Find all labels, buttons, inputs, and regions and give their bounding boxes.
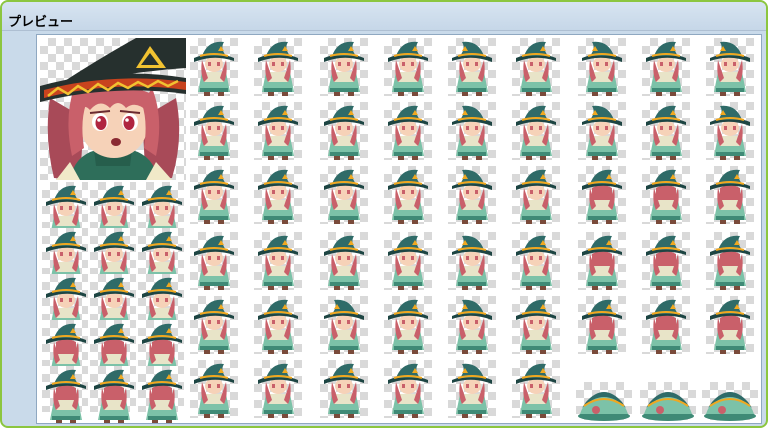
witch-character-sprite [640, 382, 696, 421]
witch-character-sprite [138, 274, 184, 332]
witch-character-sprite [254, 360, 302, 418]
witch-character-sprite [138, 366, 184, 423]
witch-character-sprite [254, 102, 302, 160]
witch-character-sprite [90, 182, 136, 240]
witch-character-sprite [190, 38, 238, 96]
witch-character-sprite [384, 38, 432, 96]
witch-character-sprite [706, 166, 754, 224]
witch-character-sprite [706, 38, 754, 96]
witch-character-sprite [706, 102, 754, 160]
witch-character-sprite [320, 296, 368, 354]
witch-character-sprite [642, 38, 690, 96]
witch-character-sprite [448, 296, 496, 354]
witch-character-sprite [190, 232, 238, 290]
witch-character-sprite [512, 232, 560, 290]
witch-character-sprite [578, 102, 626, 160]
witch-character-sprite [190, 102, 238, 160]
witch-character-sprite [90, 228, 136, 286]
witch-character-sprite [448, 232, 496, 290]
witch-character-sprite [512, 38, 560, 96]
witch-character-sprite [138, 228, 184, 286]
preview-window: プレビュー [0, 0, 768, 428]
witch-character-sprite [254, 296, 302, 354]
witch-character-sprite [512, 166, 560, 224]
witch-character-sprite [42, 366, 88, 423]
witch-character-sprite [576, 382, 632, 421]
witch-character-sprite [42, 320, 88, 378]
witch-character-sprite [448, 102, 496, 160]
witch-character-sprite [42, 274, 88, 332]
character-face-portrait [40, 38, 186, 180]
witch-character-sprite [578, 232, 626, 290]
witch-character-sprite [642, 166, 690, 224]
witch-character-sprite [642, 232, 690, 290]
witch-character-sprite [448, 38, 496, 96]
witch-character-sprite [702, 382, 758, 421]
witch-character-sprite [138, 320, 184, 378]
witch-character-sprite [384, 296, 432, 354]
preview-panel[interactable] [36, 34, 762, 424]
witch-character-sprite [448, 360, 496, 418]
witch-character-sprite [254, 232, 302, 290]
witch-character-sprite [320, 232, 368, 290]
witch-character-sprite [138, 182, 184, 240]
witch-character-sprite [320, 38, 368, 96]
witch-character-sprite [448, 166, 496, 224]
witch-character-sprite [190, 296, 238, 354]
witch-character-sprite [42, 182, 88, 240]
witch-character-sprite [512, 360, 560, 418]
witch-character-sprite [254, 38, 302, 96]
witch-character-sprite [384, 232, 432, 290]
witch-character-sprite [706, 232, 754, 290]
witch-character-sprite [320, 102, 368, 160]
witch-character-sprite [578, 166, 626, 224]
witch-character-sprite [190, 360, 238, 418]
witch-character-sprite [384, 102, 432, 160]
witch-character-sprite [42, 228, 88, 286]
witch-character-sprite [512, 296, 560, 354]
witch-character-sprite [578, 38, 626, 96]
sprite-sheet-canvas[interactable] [40, 38, 758, 423]
witch-character-sprite [320, 166, 368, 224]
witch-character-sprite [642, 296, 690, 354]
witch-character-sprite [320, 360, 368, 418]
witch-character-sprite [254, 166, 302, 224]
witch-character-sprite [512, 102, 560, 160]
witch-character-sprite [384, 360, 432, 418]
witch-character-sprite [642, 102, 690, 160]
witch-character-sprite [384, 166, 432, 224]
title-bar: プレビュー [2, 2, 766, 31]
witch-character-sprite [90, 366, 136, 423]
witch-character-sprite [578, 296, 626, 354]
witch-character-sprite [706, 296, 754, 354]
witch-character-sprite [90, 320, 136, 378]
witch-character-sprite [90, 274, 136, 332]
witch-character-sprite [190, 166, 238, 224]
window-title: プレビュー [8, 15, 74, 30]
